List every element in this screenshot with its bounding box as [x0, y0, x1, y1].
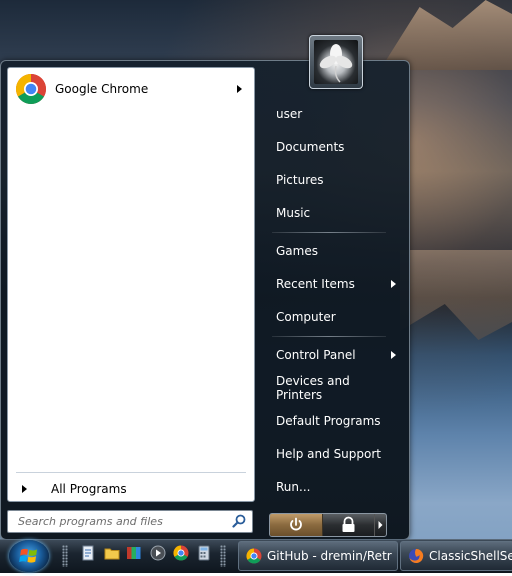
start-menu: Google Chrome All Programs	[0, 60, 410, 540]
right-item-label: Help and Support	[276, 447, 381, 461]
programs-pane: Google Chrome All Programs	[7, 67, 255, 502]
taskbar-button-classicshellsetup[interactable]: ClassicShellSetup	[400, 541, 512, 571]
toolbar-grip[interactable]	[220, 545, 226, 567]
folder-icon[interactable]	[104, 545, 120, 561]
right-item-label: Documents	[276, 140, 345, 154]
chrome-icon	[246, 548, 262, 564]
right-item-music[interactable]: Music	[270, 201, 396, 225]
power-button-group	[269, 513, 387, 537]
lock-button[interactable]	[323, 514, 375, 536]
toolbar-grip[interactable]	[62, 545, 68, 567]
pinned-item-label: Google Chrome	[55, 82, 149, 96]
right-item-label: Pictures	[276, 173, 324, 187]
right-item-control-panel[interactable]: Control Panel	[270, 343, 396, 367]
task-label: GitHub - dremin/Retr	[267, 549, 392, 563]
start-button[interactable]	[9, 540, 49, 572]
divider	[272, 336, 386, 337]
search-box	[7, 510, 253, 533]
submenu-arrow-icon	[237, 85, 242, 93]
search-icon[interactable]	[232, 514, 246, 528]
right-item-label: Run...	[276, 480, 311, 494]
chevron-right-icon	[378, 521, 383, 529]
flower-avatar-icon	[314, 40, 358, 84]
right-item-user[interactable]: user	[270, 102, 396, 126]
right-item-documents[interactable]: Documents	[270, 135, 396, 159]
right-item-label: user	[276, 107, 303, 121]
shutdown-button[interactable]	[270, 514, 323, 536]
right-item-label: Recent Items	[276, 277, 355, 291]
calculator-icon[interactable]	[196, 545, 212, 561]
google-chrome-icon	[15, 73, 47, 105]
all-programs-label: All Programs	[51, 482, 127, 496]
lock-icon	[342, 516, 355, 532]
power-icon	[290, 517, 302, 531]
right-item-default-programs[interactable]: Default Programs	[270, 409, 396, 433]
submenu-arrow-icon	[391, 351, 396, 359]
submenu-arrow-icon	[391, 280, 396, 288]
right-item-help-and-support[interactable]: Help and Support	[270, 442, 396, 466]
right-item-label: Control Panel	[276, 348, 356, 362]
divider	[16, 472, 246, 473]
search-input[interactable]	[8, 511, 226, 532]
windows-logo-icon	[19, 548, 37, 563]
task-label: ClassicShellSetup	[429, 549, 512, 563]
user-picture[interactable]	[309, 35, 363, 89]
right-item-label: Default Programs	[276, 414, 381, 428]
right-item-label: Devices and Printers	[276, 374, 350, 402]
arrow-right-icon	[22, 485, 27, 493]
right-item-label: Music	[276, 206, 311, 220]
right-item-recent-items[interactable]: Recent Items	[270, 272, 396, 296]
power-options-button[interactable]	[375, 514, 386, 536]
right-item-pictures[interactable]: Pictures	[270, 168, 396, 192]
right-item-computer[interactable]: Computer	[270, 305, 396, 329]
archive-icon[interactable]	[126, 545, 142, 561]
document-icon[interactable]	[80, 545, 96, 561]
chrome-icon[interactable]	[173, 545, 189, 561]
taskbar-button-github[interactable]: GitHub - dremin/Retr	[238, 541, 398, 571]
firefox-icon	[409, 548, 424, 563]
media-icon[interactable]	[150, 545, 166, 561]
right-item-label: Games	[276, 244, 318, 258]
right-item-devices-and-printers[interactable]: Devices and Printers	[270, 374, 396, 402]
divider	[272, 232, 386, 233]
right-item-games[interactable]: Games	[270, 239, 396, 263]
right-item-run[interactable]: Run...	[270, 475, 396, 499]
all-programs-button[interactable]: All Programs	[10, 478, 252, 500]
pinned-item-google-chrome[interactable]: Google Chrome	[10, 70, 252, 108]
right-item-label: Computer	[276, 310, 336, 324]
